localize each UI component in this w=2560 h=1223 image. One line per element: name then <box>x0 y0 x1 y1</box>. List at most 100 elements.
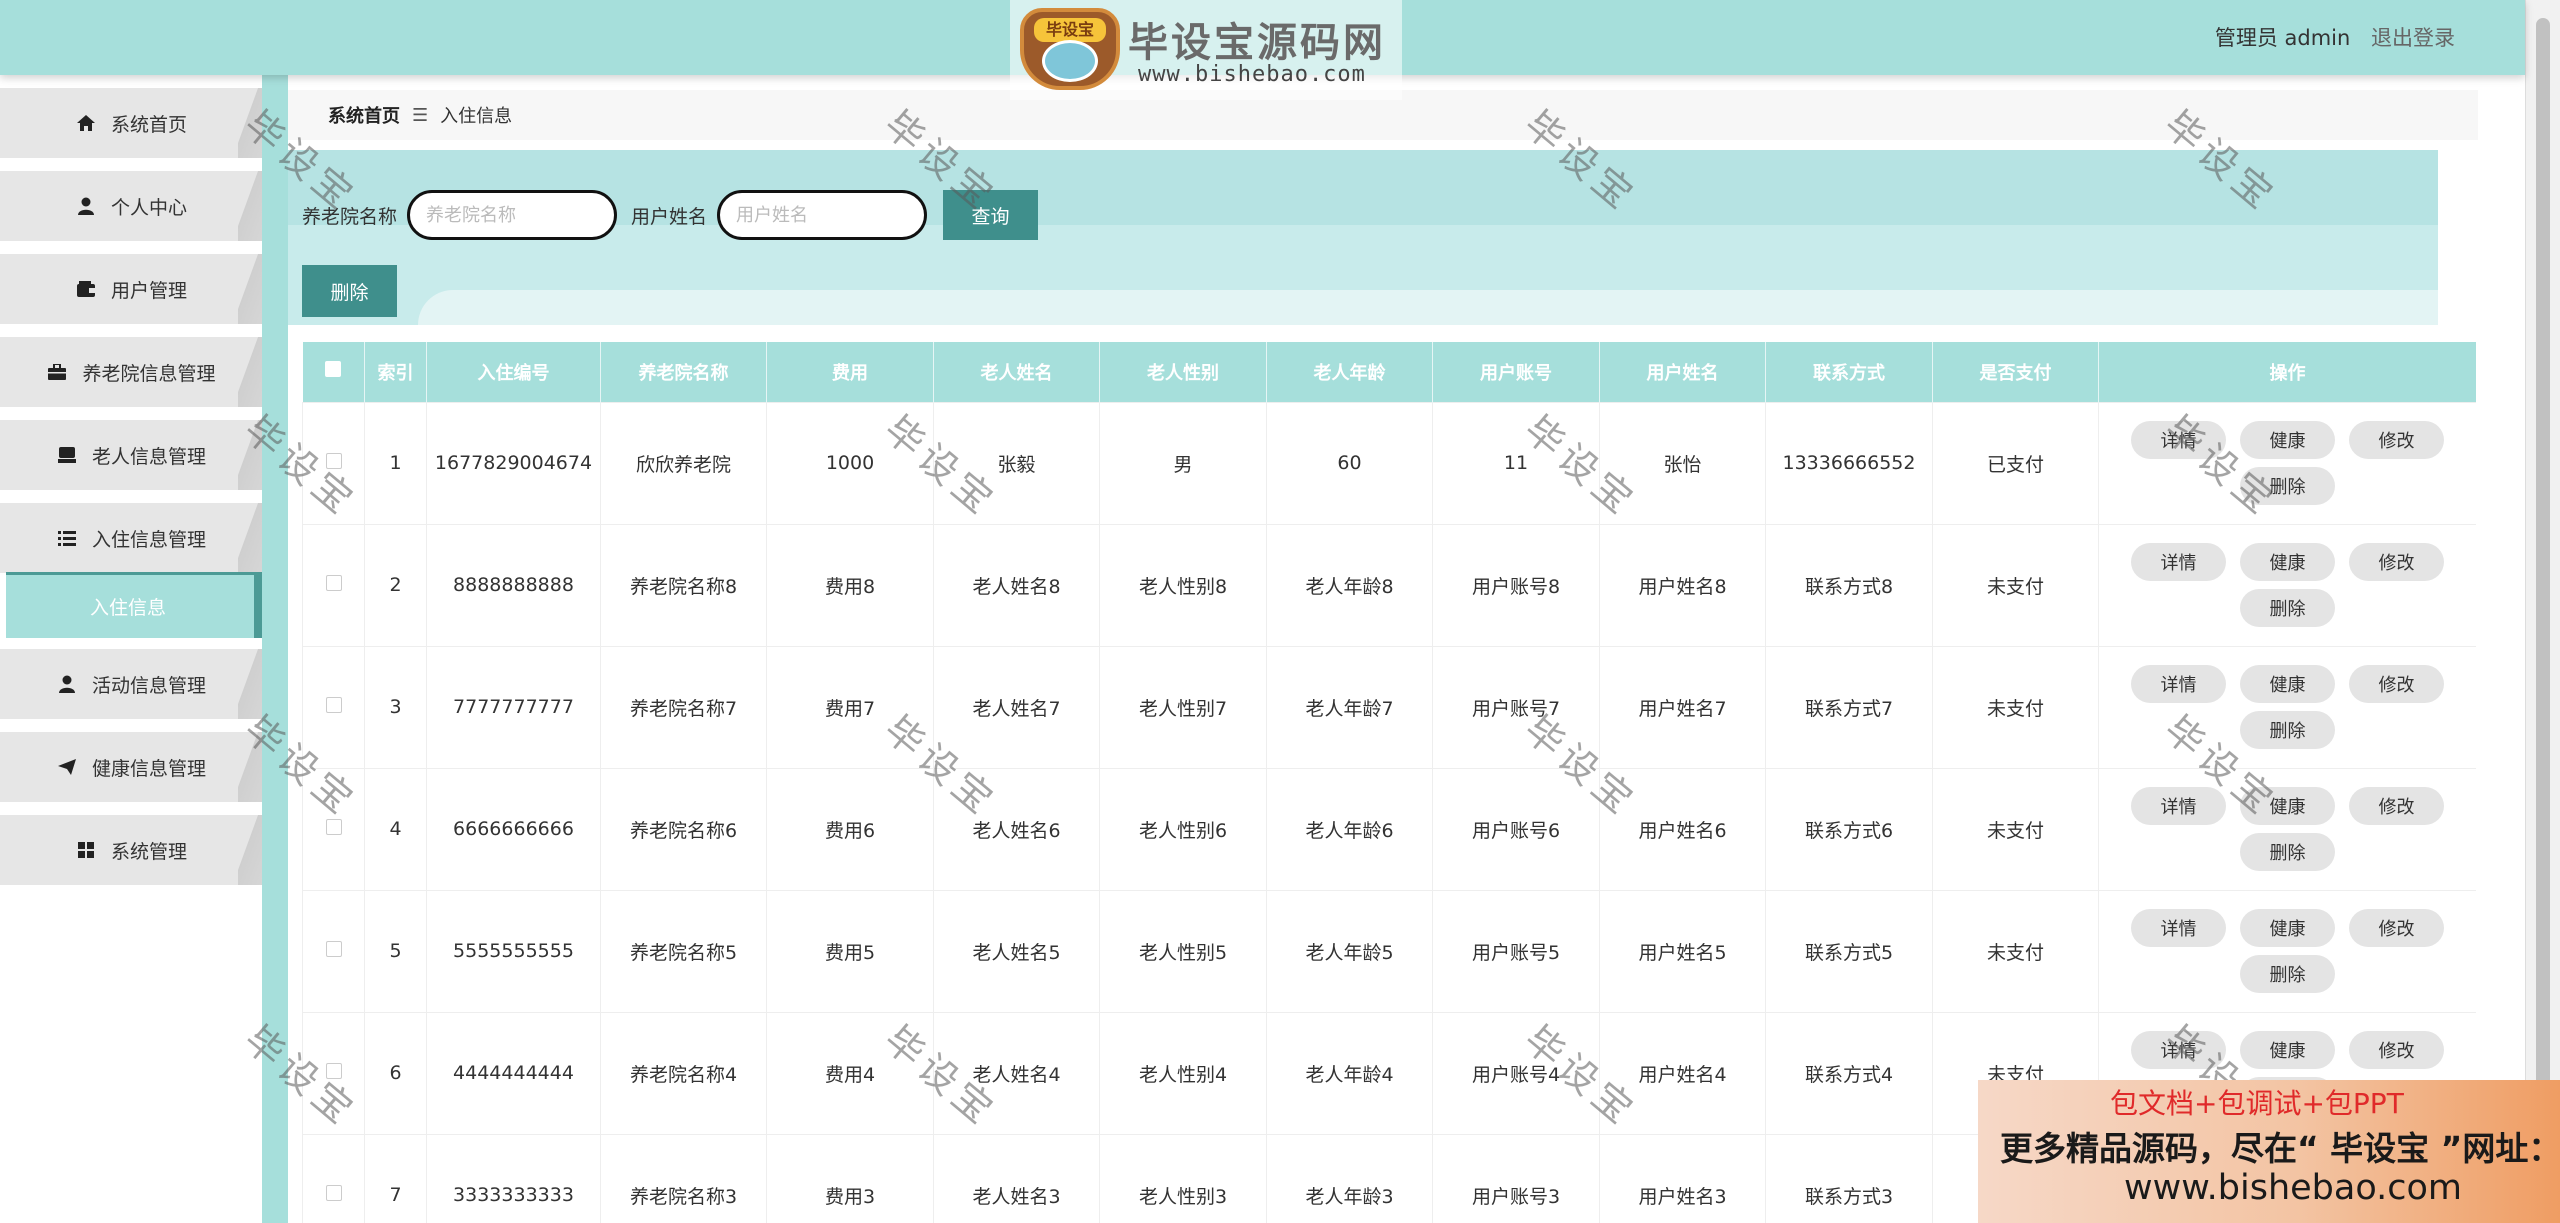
sidebar-item-label: 活动信息管理 <box>91 674 206 697</box>
cell-user-name: 用户姓名4 <box>1599 1011 1766 1135</box>
header-cell: 操作 <box>2098 342 2476 402</box>
sidebar-item-label: 系统管理 <box>110 840 187 863</box>
row-checkbox[interactable] <box>325 1185 342 1201</box>
edit-button[interactable]: 修改 <box>2349 1031 2444 1069</box>
delete-button[interactable]: 删除 <box>2240 467 2335 505</box>
row-actions: 详情健康修改删除 <box>2098 889 2476 1013</box>
edit-button[interactable]: 修改 <box>2349 787 2444 825</box>
cell-elder-age: 老人年龄3 <box>1266 1133 1433 1223</box>
sidebar-item-system[interactable]: 系统管理 <box>0 815 262 885</box>
cell-user-name: 用户姓名7 <box>1599 645 1766 769</box>
sidebar-subitem-checkin-info[interactable]: 入住信息 <box>6 572 262 638</box>
detail-button[interactable]: 详情 <box>2131 787 2226 825</box>
query-button[interactable]: 查询 <box>943 190 1039 240</box>
sidebar-item-nursing-home[interactable]: 养老院信息管理 <box>0 337 262 407</box>
row-select-cell[interactable] <box>302 523 365 647</box>
sidebar-item-elderly[interactable]: 老人信息管理 <box>0 420 262 490</box>
sidebar-item-profile[interactable]: 个人中心 <box>0 171 262 241</box>
cell-elder-name: 张毅 <box>933 401 1100 525</box>
site-logo: 毕设宝 毕设宝源码网 www.bishebao.com <box>1010 0 1402 100</box>
batch-delete-button[interactable]: 删除 <box>302 265 397 317</box>
admin-user-label: 管理员 admin <box>2214 26 2351 50</box>
cell-elder-age: 老人年龄6 <box>1266 767 1433 891</box>
cell-nursing-home-name: 欣欣养老院 <box>600 401 767 525</box>
cell-elder-name: 老人姓名8 <box>933 523 1100 647</box>
sidebar: 系统首页 个人中心 用户管理 养老院信息管理 老人信息管理 入住信息管理 入住信… <box>0 75 262 1223</box>
cell-fee: 费用7 <box>766 645 934 769</box>
cell-row-index: 6 <box>364 1011 427 1135</box>
delete-button[interactable]: 删除 <box>2240 589 2335 627</box>
sidebar-item-checkin[interactable]: 入住信息管理 <box>0 503 262 573</box>
nursing-home-name-input[interactable] <box>407 190 618 240</box>
detail-button[interactable]: 详情 <box>2131 421 2226 459</box>
cell-checkin-number: 7777777777 <box>426 645 601 769</box>
content-left-band <box>262 75 288 1223</box>
row-select-cell[interactable] <box>302 767 365 891</box>
cell-user-account: 用户账号7 <box>1432 645 1600 769</box>
detail-button[interactable]: 详情 <box>2131 665 2226 703</box>
row-select-cell[interactable] <box>302 645 365 769</box>
sidebar-item-users[interactable]: 用户管理 <box>0 254 262 324</box>
cell-row-index: 1 <box>364 401 427 525</box>
breadcrumb-home[interactable]: 系统首页 <box>328 102 400 128</box>
row-select-cell[interactable] <box>302 401 365 525</box>
header-cell: 费用 <box>766 342 934 402</box>
sidebar-item-home[interactable]: 系统首页 <box>0 88 262 158</box>
detail-button[interactable]: 详情 <box>2131 1031 2226 1069</box>
detail-button[interactable]: 详情 <box>2131 909 2226 947</box>
cell-fee: 1000 <box>766 401 934 525</box>
select-all-header[interactable] <box>302 342 365 402</box>
row-checkbox[interactable] <box>325 453 342 469</box>
user-name-input[interactable] <box>717 190 928 240</box>
logout-link[interactable]: 退出登录 <box>2371 26 2455 50</box>
grid-icon <box>75 841 97 859</box>
cell-contact: 联系方式5 <box>1765 889 1933 1013</box>
edit-button[interactable]: 修改 <box>2349 421 2444 459</box>
page-scrollbar[interactable] <box>2525 0 2560 1223</box>
row-actions: 详情健康修改删除 <box>2098 767 2476 891</box>
row-checkbox[interactable] <box>325 697 342 713</box>
cell-row-index: 3 <box>364 645 427 769</box>
cell-fee: 费用5 <box>766 889 934 1013</box>
header-cell: 养老院名称 <box>600 342 767 402</box>
user-icon <box>75 197 97 215</box>
row-select-cell[interactable] <box>302 1133 365 1223</box>
health-button[interactable]: 健康 <box>2240 665 2335 703</box>
table-row: 4 6666666666 养老院名称6 费用6 老人姓名6 老人性别6 老人年龄6 用户账号6… <box>302 767 2476 891</box>
search-form: 养老院名称 用户姓名 查询 <box>302 190 1039 240</box>
cell-payment-status: 未支付 <box>1932 645 2099 769</box>
row-select-cell[interactable] <box>302 889 365 1013</box>
briefcase-icon <box>46 363 68 381</box>
delete-button[interactable]: 删除 <box>2240 711 2335 749</box>
scrollbar-thumb[interactable] <box>2536 18 2550 1098</box>
row-checkbox[interactable] <box>325 1063 342 1079</box>
row-select-cell[interactable] <box>302 1011 365 1135</box>
edit-button[interactable]: 修改 <box>2349 543 2444 581</box>
health-button[interactable]: 健康 <box>2240 787 2335 825</box>
cell-elder-gender: 老人性别7 <box>1099 645 1267 769</box>
sidebar-item-health[interactable]: 健康信息管理 <box>0 732 262 802</box>
sidebar-item-label: 养老院信息管理 <box>82 362 216 385</box>
detail-button[interactable]: 详情 <box>2131 543 2226 581</box>
cell-checkin-number: 3333333333 <box>426 1133 601 1223</box>
delete-button[interactable]: 删除 <box>2240 833 2335 871</box>
health-button[interactable]: 健康 <box>2240 543 2335 581</box>
logo-title: 毕设宝源码网 <box>1128 20 1386 66</box>
health-button[interactable]: 健康 <box>2240 421 2335 459</box>
cell-nursing-home-name: 养老院名称8 <box>600 523 767 647</box>
row-checkbox[interactable] <box>325 575 342 591</box>
cell-user-account: 用户账号8 <box>1432 523 1600 647</box>
inbox-icon <box>56 446 78 464</box>
edit-button[interactable]: 修改 <box>2349 909 2444 947</box>
row-checkbox[interactable] <box>325 941 342 957</box>
cell-user-account: 用户账号3 <box>1432 1133 1600 1223</box>
cell-payment-status: 已支付 <box>1932 401 2099 525</box>
sidebar-item-activity[interactable]: 活动信息管理 <box>0 649 262 719</box>
select-all-checkbox[interactable] <box>325 361 342 378</box>
edit-button[interactable]: 修改 <box>2349 665 2444 703</box>
health-button[interactable]: 健康 <box>2240 909 2335 947</box>
cell-row-index: 2 <box>364 523 427 647</box>
health-button[interactable]: 健康 <box>2240 1031 2335 1069</box>
row-checkbox[interactable] <box>325 819 342 835</box>
delete-button[interactable]: 删除 <box>2240 955 2335 993</box>
